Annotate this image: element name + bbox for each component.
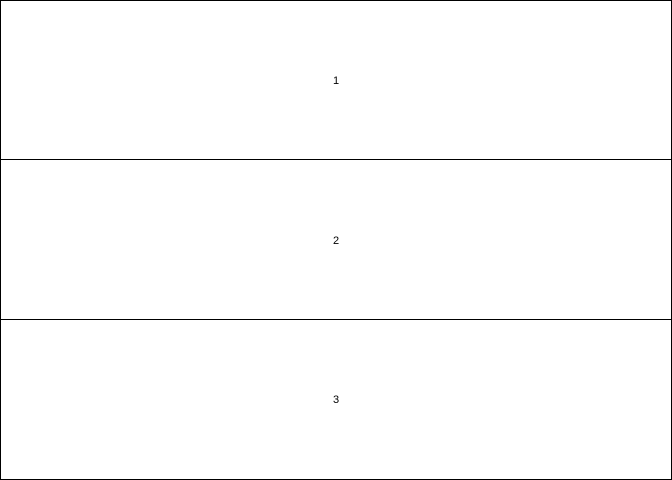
panel-3: 3 (0, 319, 672, 480)
panel-1-label: 1 (332, 75, 340, 87)
panel-2-label: 2 (332, 234, 340, 247)
layout-grid: 1 2 3 (0, 0, 672, 480)
panel-3-label: 3 (332, 394, 340, 406)
panel-2: 2 (0, 159, 672, 321)
panel-1: 1 (0, 0, 672, 161)
